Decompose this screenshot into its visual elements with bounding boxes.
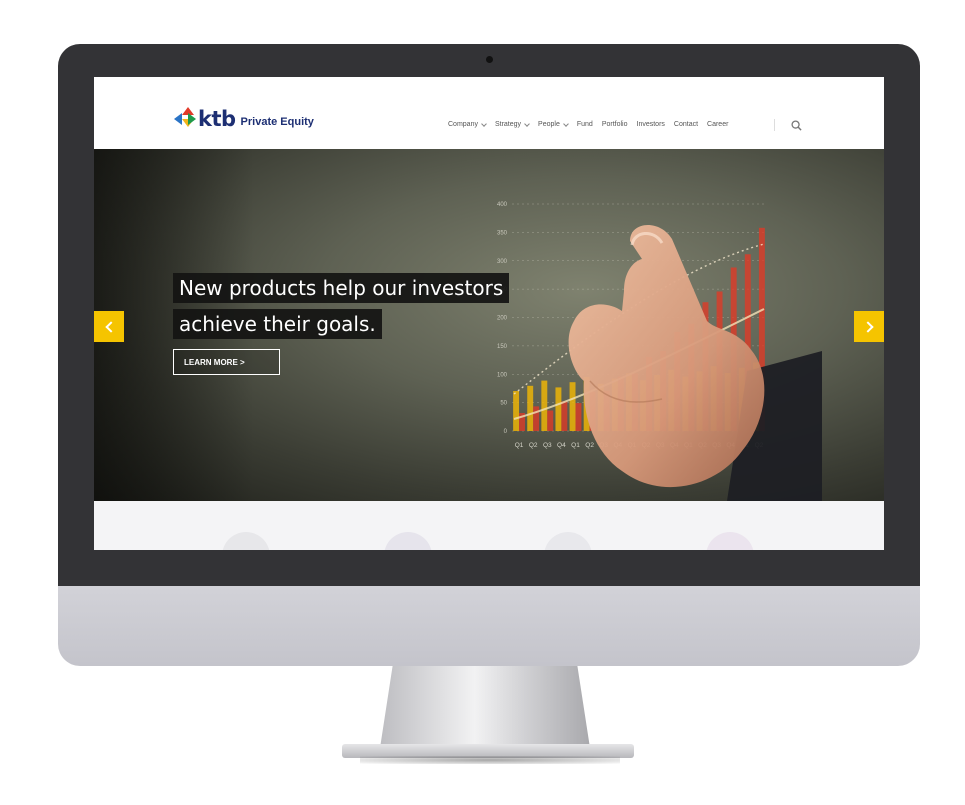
chevron-left-icon: [104, 320, 117, 333]
nav-item-company[interactable]: Company: [448, 120, 487, 128]
nav-item-portfolio[interactable]: Portfolio: [602, 121, 628, 128]
chevron-down-icon: [563, 120, 569, 127]
features-section: [94, 501, 884, 550]
camera-icon: [486, 56, 493, 63]
hero-headline-line-2: achieve their goals.: [173, 309, 382, 339]
chart-y-tick-label: 100: [497, 372, 508, 378]
nav-divider: [774, 119, 775, 131]
logo-ktb-text: ktb: [198, 107, 236, 131]
chart-y-tick-label: 50: [500, 401, 507, 407]
learn-more-button[interactable]: LEARN MORE >: [173, 349, 280, 375]
nav-item-contact[interactable]: Contact: [674, 121, 698, 128]
stand-shadow: [360, 756, 620, 764]
monitor-stand: [380, 666, 590, 748]
nav-item-strategy[interactable]: Strategy: [495, 120, 530, 128]
site-header: ktb Private Equity Company Strategy Peop…: [94, 77, 884, 149]
feature-circle-2[interactable]: [384, 532, 432, 550]
chart-y-tick-label: 400: [497, 202, 508, 208]
monitor-chin: [58, 586, 920, 666]
site-logo[interactable]: ktb Private Equity: [174, 107, 314, 131]
slider-next-button[interactable]: [854, 311, 884, 342]
hero-slider: 050100150200250300350400 Q1Q2Q3Q4Q1Q2Q3Q…: [94, 149, 884, 501]
chart-y-tick-label: 0: [504, 429, 508, 435]
nav-item-fund[interactable]: Fund: [577, 121, 593, 128]
hero-headline: New products help our investors achieve …: [173, 273, 510, 345]
chevron-down-icon: [481, 120, 487, 127]
chevron-right-icon: [861, 320, 874, 333]
feature-circle-4[interactable]: [706, 532, 754, 550]
website-screen: ktb Private Equity Company Strategy Peop…: [94, 77, 884, 550]
hero-headline-line-1: New products help our investors: [173, 273, 510, 303]
chevron-down-icon: [524, 120, 530, 127]
pointing-hand-image: [568, 224, 822, 501]
slider-prev-button[interactable]: [94, 311, 124, 342]
search-icon[interactable]: [791, 120, 802, 131]
chart-y-tick-label: 350: [497, 230, 508, 236]
logo-private-equity-text: Private Equity: [240, 116, 314, 128]
nav-item-investors[interactable]: Investors: [637, 121, 665, 128]
feature-circle-3[interactable]: [544, 532, 592, 550]
nav-item-career[interactable]: Career: [707, 121, 728, 128]
feature-circle-1[interactable]: [222, 532, 270, 550]
main-nav: Company Strategy People Fund Portfolio I…: [448, 120, 728, 128]
nav-item-people[interactable]: People: [538, 120, 569, 128]
chart-y-tick-label: 300: [497, 259, 508, 265]
ktb-logo-icon: [174, 107, 196, 129]
